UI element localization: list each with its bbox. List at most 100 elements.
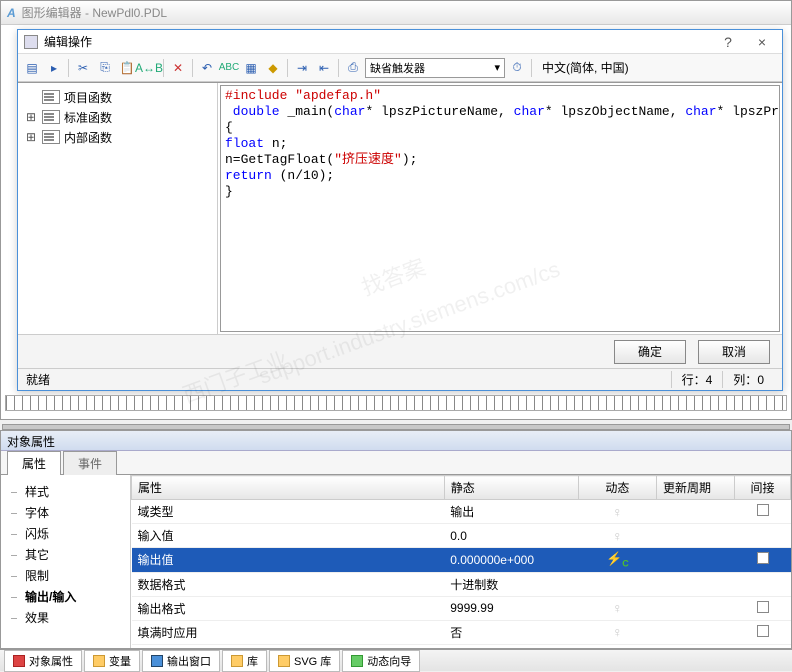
prop-indirect[interactable] [735,524,791,548]
properties-table[interactable]: 属性 静态 动态 更新周期 间接 域类型输出♀输入值0.0♀输出值0.00000… [131,475,791,648]
btab-object-properties[interactable]: 对象属性 [4,650,82,672]
syntax-icon[interactable]: ABC [219,58,239,78]
cat-effect[interactable]: 效果 [1,607,130,628]
prop-indirect[interactable] [735,596,791,620]
trigger-combo[interactable]: 缺省触发器▾ [365,58,505,78]
app-logo-icon: A [7,6,16,20]
trigger-combo-text: 缺省触发器 [370,60,425,76]
cat-font[interactable]: 字体 [1,502,130,523]
close-button[interactable]: × [748,34,776,50]
expand-icon[interactable]: ⊞ [26,130,38,144]
prop-indirect[interactable] [735,572,791,596]
prop-dynamic[interactable]: ♀ [578,596,656,620]
checkbox[interactable] [757,625,769,637]
prop-dynamic[interactable]: ⚡C [578,548,656,573]
prop-static[interactable]: 十进制数 [444,572,578,596]
undo-icon[interactable]: ↶ [197,58,217,78]
prop-refresh[interactable] [656,524,734,548]
dialog-title: 编辑操作 [44,33,92,50]
prop-refresh[interactable] [656,596,734,620]
col-dynamic[interactable]: 动态 [578,476,656,500]
bulb-icon: ♀ [584,528,650,544]
cancel-button[interactable]: 取消 [698,340,770,364]
prop-indirect[interactable] [735,500,791,524]
copy-icon[interactable]: ⎘ [95,58,115,78]
folder-icon [42,90,60,104]
dialog-icon [24,35,38,49]
col-refresh[interactable]: 更新周期 [656,476,734,500]
btab-output-window[interactable]: 输出窗口 [142,650,220,672]
category-tree[interactable]: 样式 字体 闪烁 其它 限制 输出/输入 效果 [1,475,131,648]
checkbox[interactable] [757,504,769,516]
language-label[interactable]: 中文(简体, 中国) [536,59,635,76]
prop-refresh[interactable] [656,572,734,596]
prop-dynamic[interactable]: ♀ [578,500,656,524]
checkbox[interactable] [757,601,769,613]
cut-icon[interactable]: ✂ [73,58,93,78]
col-indirect[interactable]: 间接 [735,476,791,500]
prop-refresh[interactable] [656,548,734,573]
paste-icon[interactable]: 📋 [117,58,137,78]
replace-icon[interactable]: A↔B [139,58,159,78]
help-button[interactable]: ? [714,34,742,50]
prop-static[interactable]: 否 [444,620,578,644]
cat-flash[interactable]: 闪烁 [1,523,130,544]
tree-item-internal-functions[interactable]: ⊞内部函数 [22,127,213,147]
library-icon [231,655,243,667]
tag-icon[interactable]: ⎙ [343,58,363,78]
table-row[interactable]: 数据格式十进制数 [132,572,791,596]
folder-icon [42,130,60,144]
cube-icon[interactable]: ◆ [263,58,283,78]
main-window-title: 图形编辑器 - NewPdl0.PDL [22,4,167,21]
expand-icon[interactable]: ⊞ [26,110,38,124]
compile-icon[interactable]: ▤ [22,58,42,78]
dialog-body: 项目函数 ⊞标准函数 ⊞内部函数 #include "apdefap.h" do… [18,82,782,334]
output-icon [151,655,163,667]
prop-dynamic[interactable]: ♀ [578,620,656,644]
run-icon[interactable]: ▸ [44,58,64,78]
prop-static[interactable]: 0.0 [444,524,578,548]
prop-indirect[interactable] [735,548,791,573]
prop-static[interactable]: 9999.99 [444,596,578,620]
cat-limit[interactable]: 限制 [1,565,130,586]
table-row[interactable]: 输入值0.0♀ [132,524,791,548]
prop-static[interactable]: 输出 [444,500,578,524]
properties-icon [13,655,25,667]
prop-refresh[interactable] [656,500,734,524]
tree-item-standard-functions[interactable]: ⊞标准函数 [22,107,213,127]
folder-icon [42,110,60,124]
tab-attributes[interactable]: 属性 [7,451,61,475]
btab-svg-library[interactable]: SVG 库 [269,650,340,672]
cat-style[interactable]: 样式 [1,481,130,502]
clock-icon[interactable]: ⏱ [507,58,527,78]
import-icon[interactable]: ⇥ [292,58,312,78]
bookmark-icon[interactable]: ▦ [241,58,261,78]
export-icon[interactable]: ⇤ [314,58,334,78]
col-name[interactable]: 属性 [132,476,445,500]
prop-dynamic[interactable]: ♀ [578,524,656,548]
btab-dynamic-wizard[interactable]: 动态向导 [342,650,420,672]
table-row[interactable]: 域类型输出♀ [132,500,791,524]
props-tabstrip: 属性 事件 [1,451,791,475]
function-tree[interactable]: 项目函数 ⊞标准函数 ⊞内部函数 [18,83,218,334]
delete-icon[interactable]: ✕ [168,58,188,78]
prop-indirect[interactable] [735,620,791,644]
table-row[interactable]: 填满时应用否♀ [132,620,791,644]
horizontal-ruler [5,395,787,411]
table-row[interactable]: 输出值0.000000e+000⚡C [132,548,791,573]
tab-events[interactable]: 事件 [63,451,117,475]
col-static[interactable]: 静态 [444,476,578,500]
btab-variables[interactable]: 变量 [84,650,140,672]
prop-static[interactable]: 0.000000e+000 [444,548,578,573]
btab-library[interactable]: 库 [222,650,267,672]
prop-dynamic[interactable] [578,572,656,596]
checkbox[interactable] [757,552,769,564]
prop-refresh[interactable] [656,620,734,644]
prop-name: 输出格式 [132,596,445,620]
code-editor[interactable]: #include "apdefap.h" double _main(char* … [220,85,780,332]
tree-item-project-functions[interactable]: 项目函数 [22,87,213,107]
cat-other[interactable]: 其它 [1,544,130,565]
table-row[interactable]: 输出格式9999.99♀ [132,596,791,620]
cat-output-input[interactable]: 输出/输入 [1,586,130,607]
ok-button[interactable]: 确定 [614,340,686,364]
